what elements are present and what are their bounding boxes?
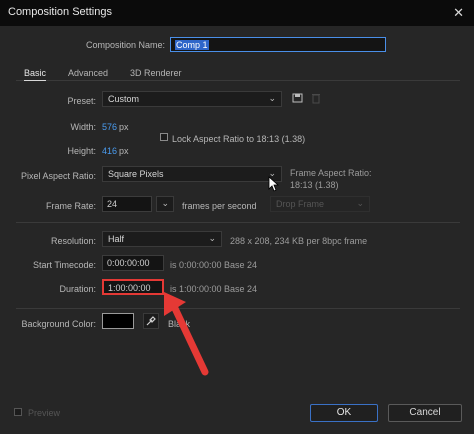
- window-title: Composition Settings: [8, 6, 112, 18]
- frame-rate-label: Frame Rate:: [45, 201, 96, 211]
- background-color-swatch[interactable]: [102, 313, 134, 329]
- tab-basic[interactable]: Basic: [24, 68, 47, 81]
- title-bar: Composition Settings ✕: [0, 0, 474, 26]
- duration-value: 1:00:00:00: [108, 283, 151, 293]
- width-value[interactable]: 576: [102, 122, 117, 132]
- start-timecode-value: 0:00:00:00: [107, 258, 150, 268]
- chevron-down-icon: ⌄: [208, 233, 216, 243]
- tab-advanced[interactable]: Advanced: [68, 68, 108, 78]
- tabs-divider: [16, 80, 460, 81]
- frame-rate-value: 24: [107, 199, 118, 209]
- resolution-value: Half: [108, 234, 125, 244]
- start-timecode-input[interactable]: 0:00:00:00: [102, 255, 164, 271]
- height-label: Height:: [67, 146, 96, 156]
- chevron-down-icon: ⌄: [268, 93, 276, 103]
- chevron-down-icon: ⌄: [161, 198, 169, 208]
- frame-aspect-label: Frame Aspect Ratio:: [290, 168, 372, 178]
- drop-frame-select: Drop Frame ⌄: [270, 196, 370, 212]
- mouse-cursor-icon: [268, 176, 280, 194]
- preview-checkbox[interactable]: [14, 408, 22, 416]
- chevron-down-icon: ⌄: [356, 198, 364, 208]
- background-color-label: Background Color:: [21, 319, 96, 329]
- composition-name-input[interactable]: Comp 1: [170, 37, 386, 52]
- resolution-select[interactable]: Half ⌄: [102, 231, 222, 247]
- frame-rate-dropdown[interactable]: ⌄: [156, 196, 174, 212]
- cancel-button[interactable]: Cancel: [388, 404, 462, 422]
- close-icon[interactable]: ✕: [453, 5, 464, 21]
- dialog-body: Composition Name: Comp 1 Basic Advanced …: [0, 26, 474, 434]
- height-unit: px: [119, 146, 129, 156]
- pixel-aspect-select[interactable]: Square Pixels ⌄: [102, 166, 282, 182]
- duration-input[interactable]: 1:00:00:00: [102, 279, 164, 295]
- composition-name-value: Comp 1: [175, 40, 209, 50]
- preset-select[interactable]: Custom ⌄: [102, 91, 282, 107]
- frame-rate-input[interactable]: 24: [102, 196, 152, 212]
- tab-3d-renderer[interactable]: 3D Renderer: [130, 68, 182, 78]
- drop-frame-value: Drop Frame: [276, 199, 325, 209]
- preset-value: Custom: [108, 94, 140, 104]
- delete-preset-icon[interactable]: [310, 92, 322, 104]
- start-timecode-label: Start Timecode:: [32, 260, 96, 270]
- resolution-info: 288 x 208, 234 KB per 8bpc frame: [230, 236, 368, 246]
- ok-button[interactable]: OK: [310, 404, 378, 422]
- resolution-label: Resolution:: [50, 236, 96, 246]
- section-divider-2: [16, 308, 460, 309]
- section-divider: [16, 222, 460, 223]
- frame-rate-unit: frames per second: [182, 201, 257, 211]
- lock-aspect-checkbox[interactable]: [160, 133, 168, 141]
- width-unit: px: [119, 122, 129, 132]
- eyedropper-icon[interactable]: [143, 313, 159, 329]
- save-preset-icon[interactable]: [292, 92, 304, 104]
- duration-label: Duration:: [59, 284, 96, 294]
- frame-aspect-value: 18:13 (1.38): [290, 180, 339, 190]
- pixel-aspect-label: Pixel Aspect Ratio:: [20, 171, 96, 181]
- start-timecode-info: is 0:00:00:00 Base 24: [170, 260, 258, 270]
- preview-label: Preview: [28, 408, 61, 418]
- height-value[interactable]: 416: [102, 146, 117, 156]
- callout-arrow-icon: [160, 290, 220, 384]
- lock-aspect-label: Lock Aspect Ratio to 18:13 (1.38): [172, 134, 306, 144]
- preset-label: Preset:: [67, 96, 96, 106]
- composition-name-label: Composition Name:: [85, 40, 165, 50]
- pixel-aspect-value: Square Pixels: [108, 169, 164, 179]
- width-label: Width:: [70, 122, 96, 132]
